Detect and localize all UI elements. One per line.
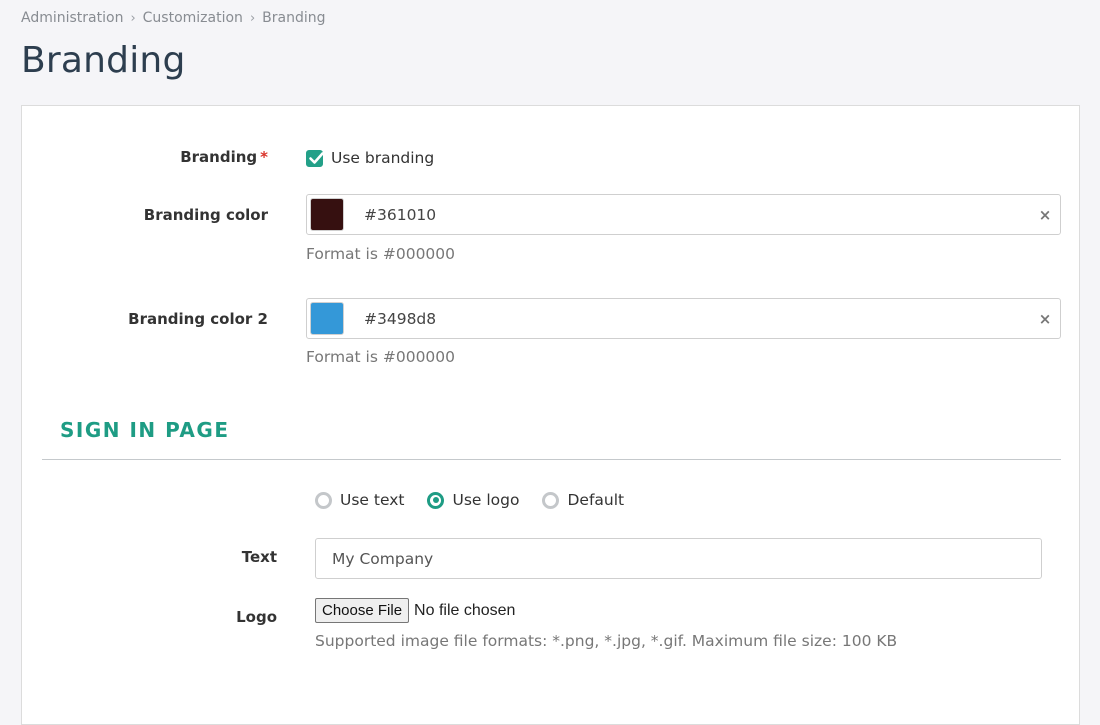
branding-color-2-label: Branding color 2 [128, 310, 268, 328]
branding-color-value[interactable]: #361010 [364, 206, 1030, 224]
radio-button[interactable] [427, 491, 445, 509]
text-label: Text [241, 548, 277, 566]
page-title: Branding [21, 40, 186, 81]
breadcrumb-customization[interactable]: Customization [143, 10, 243, 26]
file-status: No file chosen [414, 601, 516, 619]
radio-default[interactable]: Default [542, 491, 624, 509]
radio-label: Use logo [452, 491, 520, 509]
branding-label: Branding * [142, 148, 268, 166]
branding-color-label: Branding color [143, 206, 268, 224]
branding-form-panel: Branding * Use branding Branding color #3… [21, 105, 1080, 725]
chevron-right-icon: › [249, 10, 256, 26]
logo-hint: Supported image file formats: *.png, *.j… [315, 632, 898, 650]
logo-label: Logo [236, 608, 277, 626]
clear-icon[interactable]: × [1030, 206, 1060, 224]
clear-icon[interactable]: × [1030, 310, 1060, 328]
breadcrumb: Administration › Customization › Brandin… [21, 10, 326, 26]
radio-button[interactable] [315, 491, 332, 509]
use-branding-checkbox[interactable] [306, 149, 324, 167]
check-icon [309, 151, 324, 164]
breadcrumb-administration[interactable]: Administration [21, 10, 123, 26]
section-divider [42, 459, 1061, 460]
radio-label: Default [567, 491, 625, 509]
branding-color-hint: Format is #000000 [306, 245, 456, 263]
radio-use-logo[interactable]: Use logo [427, 491, 519, 509]
required-mark: * [260, 148, 268, 166]
branding-color-2-input[interactable]: #3498d8 × [306, 298, 1061, 339]
choose-file-button[interactable]: Choose File [315, 598, 410, 623]
use-branding-label: Use branding [331, 149, 435, 167]
sign-in-mode-radio-group: Use text Use logo Default [315, 491, 647, 509]
section-title-sign-in-page: SIGN IN PAGE [60, 418, 230, 442]
branding-color-input[interactable]: #361010 × [306, 194, 1061, 235]
use-branding-checkbox-row[interactable]: Use branding [306, 149, 434, 167]
radio-use-text[interactable]: Use text [315, 491, 404, 509]
breadcrumb-current: Branding [262, 10, 326, 26]
branding-color-2-swatch[interactable] [310, 302, 344, 335]
branding-color-2-hint: Format is #000000 [306, 348, 456, 366]
branding-color-2-value[interactable]: #3498d8 [364, 310, 1030, 328]
branding-label-text: Branding [180, 148, 258, 166]
radio-label: Use text [340, 491, 405, 509]
radio-button[interactable] [542, 491, 560, 509]
branding-color-swatch[interactable] [310, 198, 344, 231]
logo-file-input[interactable]: Choose File No file chosen [315, 598, 515, 623]
sign-in-text-input[interactable] [315, 538, 1042, 579]
chevron-right-icon: › [130, 10, 136, 26]
